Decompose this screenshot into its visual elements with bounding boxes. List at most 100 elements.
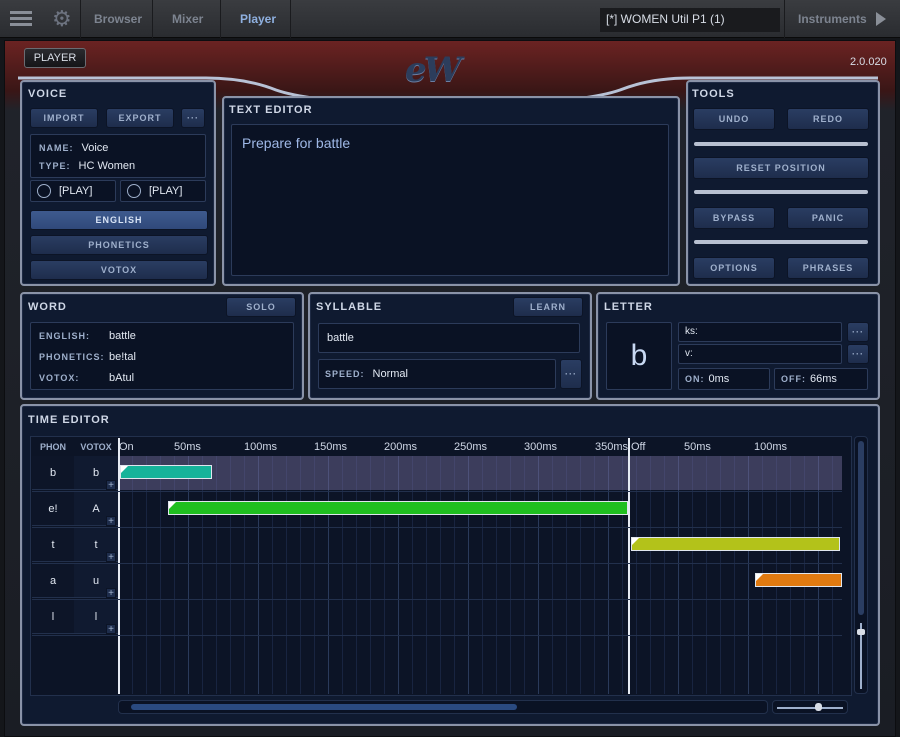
phon-header: PHON bbox=[39, 442, 66, 452]
bypass-button[interactable]: BYPASS bbox=[693, 207, 775, 229]
syllable-field[interactable]: battle bbox=[318, 323, 580, 353]
phon-cell[interactable]: e! bbox=[32, 492, 74, 526]
text-editor-input[interactable]: Prepare for battle bbox=[231, 124, 669, 276]
export-button[interactable]: EXPORT bbox=[106, 108, 174, 128]
nav-mixer[interactable]: Mixer bbox=[172, 12, 203, 26]
reset-position-button[interactable]: RESET POSITION bbox=[693, 157, 869, 179]
knob-icon bbox=[127, 184, 141, 198]
text-editor-title: TEXT EDITOR bbox=[229, 104, 313, 116]
horizontal-scroll-thumb[interactable] bbox=[131, 704, 517, 710]
mode-english-button[interactable]: ENGLISH bbox=[30, 210, 208, 230]
word-phonetics: be!tal bbox=[109, 351, 136, 363]
zoom-slider-horizontal[interactable] bbox=[772, 700, 848, 714]
add-phoneme-icon[interactable]: + bbox=[106, 624, 116, 635]
version-label: 2.0.020 bbox=[850, 56, 887, 68]
word-votox: bAtul bbox=[109, 372, 135, 384]
voice-more-button[interactable]: ··· bbox=[181, 108, 205, 128]
time-tick: 300ms bbox=[524, 441, 558, 453]
on-label: ON: bbox=[685, 374, 705, 384]
time-tick: 50ms bbox=[174, 441, 201, 453]
phoneme-segment[interactable] bbox=[120, 465, 212, 479]
phoneme-segment[interactable] bbox=[168, 501, 628, 515]
player-button[interactable]: PLAYER bbox=[24, 48, 86, 68]
phonetics-label: PHONETICS: bbox=[39, 352, 105, 362]
phoneme-segment[interactable] bbox=[631, 537, 840, 551]
horizontal-scrollbar[interactable] bbox=[118, 700, 768, 714]
add-phoneme-icon[interactable]: + bbox=[106, 480, 116, 491]
voice-title: VOICE bbox=[28, 88, 68, 100]
phon-cell[interactable]: l bbox=[32, 600, 74, 634]
off-value: 66ms bbox=[810, 373, 837, 385]
v-label: v: bbox=[685, 348, 693, 359]
speed-value: Normal bbox=[372, 368, 408, 380]
nav-player[interactable]: Player bbox=[240, 12, 276, 26]
knob-icon bbox=[37, 184, 51, 198]
phoneme-segment[interactable] bbox=[755, 573, 842, 587]
gear-icon[interactable]: ⚙ bbox=[52, 6, 72, 32]
off-label: OFF: bbox=[781, 374, 806, 384]
v-field[interactable]: v: bbox=[678, 344, 842, 364]
add-phoneme-icon[interactable]: + bbox=[106, 552, 116, 563]
import-button[interactable]: IMPORT bbox=[30, 108, 98, 128]
time-tick: 350ms bbox=[595, 441, 629, 453]
v-more-button[interactable]: ··· bbox=[847, 344, 869, 364]
time-tick: 200ms bbox=[384, 441, 418, 453]
time-tick: Off bbox=[631, 441, 646, 453]
mode-votox-button[interactable]: VOTOX bbox=[30, 260, 208, 280]
preset-name[interactable]: [*] WOMEN Util P1 (1) bbox=[600, 8, 780, 32]
tools-divider-3 bbox=[694, 240, 868, 244]
vertical-scroll-thumb[interactable] bbox=[858, 441, 864, 615]
play-slot-1[interactable]: [PLAY] bbox=[30, 180, 116, 202]
voice-name-field[interactable]: NAME: Voice TYPE: HC Women bbox=[30, 134, 206, 178]
english-label: ENGLISH: bbox=[39, 331, 91, 341]
add-phoneme-icon[interactable]: + bbox=[106, 588, 116, 599]
on-value: 0ms bbox=[708, 373, 730, 385]
panic-button[interactable]: PANIC bbox=[787, 207, 869, 229]
letter-display: b bbox=[606, 322, 672, 390]
options-button[interactable]: OPTIONS bbox=[693, 257, 775, 279]
menu-icon[interactable] bbox=[10, 11, 32, 27]
ks-more-button[interactable]: ··· bbox=[847, 322, 869, 342]
type-label: TYPE: bbox=[39, 161, 71, 171]
zoom-handle-vertical[interactable] bbox=[857, 629, 865, 635]
phon-cell[interactable]: a bbox=[32, 564, 74, 598]
off-field[interactable]: OFF: 66ms bbox=[774, 368, 868, 390]
top-bar: ⚙ Browser Mixer Player [*] WOMEN Util P1… bbox=[0, 0, 900, 38]
speed-field[interactable]: SPEED: Normal bbox=[318, 359, 556, 389]
undo-button[interactable]: UNDO bbox=[693, 108, 775, 130]
letter-title: LETTER bbox=[604, 301, 653, 313]
solo-button[interactable]: SOLO bbox=[226, 297, 296, 317]
tools-divider-2 bbox=[694, 190, 868, 194]
word-english: battle bbox=[109, 330, 136, 342]
off-marker[interactable] bbox=[628, 438, 630, 694]
phon-cell[interactable]: t bbox=[32, 528, 74, 562]
tools-divider-1 bbox=[694, 142, 868, 146]
time-tick: 250ms bbox=[454, 441, 488, 453]
learn-button[interactable]: LEARN bbox=[513, 297, 583, 317]
mode-phonetics-button[interactable]: PHONETICS bbox=[30, 235, 208, 255]
time-tick: On bbox=[119, 441, 134, 453]
name-label: NAME: bbox=[39, 143, 74, 153]
time-tick: 50ms bbox=[684, 441, 711, 453]
on-field[interactable]: ON: 0ms bbox=[678, 368, 770, 390]
zoom-handle[interactable] bbox=[815, 703, 822, 711]
nav-instruments[interactable]: Instruments bbox=[798, 12, 867, 26]
play-icon[interactable] bbox=[876, 12, 886, 26]
word-fields[interactable]: ENGLISH: battle PHONETICS: be!tal VOTOX: bA… bbox=[30, 322, 294, 390]
tools-title: TOOLS bbox=[692, 88, 735, 100]
redo-button[interactable]: REDO bbox=[787, 108, 869, 130]
vertical-scrollbar[interactable] bbox=[854, 436, 868, 694]
syllable-title: SYLLABLE bbox=[316, 301, 383, 313]
ks-field[interactable]: ks: bbox=[678, 322, 842, 342]
syllable-more-button[interactable]: ··· bbox=[560, 359, 582, 389]
time-tick: 150ms bbox=[314, 441, 348, 453]
votox-label: VOTOX: bbox=[39, 373, 80, 383]
nav-browser[interactable]: Browser bbox=[94, 12, 142, 26]
voice-name: Voice bbox=[81, 142, 109, 154]
speed-label: SPEED: bbox=[325, 369, 365, 379]
phon-cell[interactable]: b bbox=[32, 456, 74, 490]
ks-label: ks: bbox=[685, 326, 698, 337]
add-phoneme-icon[interactable]: + bbox=[106, 516, 116, 527]
phrases-button[interactable]: PHRASES bbox=[787, 257, 869, 279]
play-slot-2[interactable]: [PLAY] bbox=[120, 180, 206, 202]
